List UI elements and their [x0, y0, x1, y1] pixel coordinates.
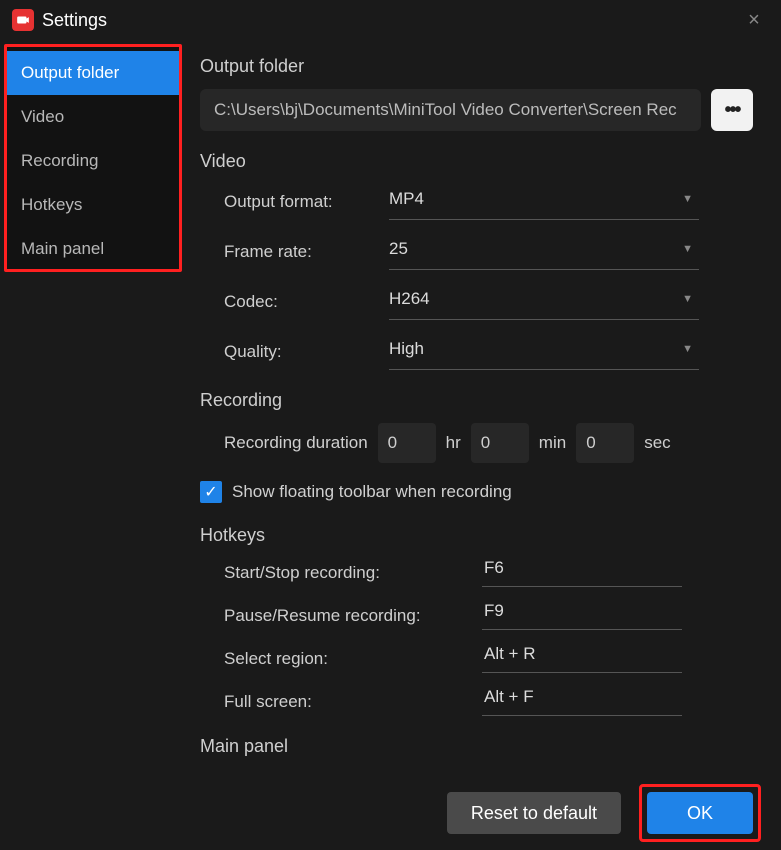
- section-title-output: Output folder: [200, 56, 753, 77]
- hr-unit: hr: [446, 433, 461, 453]
- sidebar-item-hotkeys[interactable]: Hotkeys: [7, 183, 179, 227]
- dropdown-value: High: [389, 339, 424, 359]
- hotkey-full-screen-input[interactable]: Alt + F: [482, 687, 682, 716]
- sidebar-item-label: Output folder: [21, 63, 119, 83]
- sidebar-item-video[interactable]: Video: [7, 95, 179, 139]
- chevron-down-icon: ▼: [682, 343, 693, 355]
- sidebar-item-output-folder[interactable]: Output folder: [7, 51, 179, 95]
- ok-button[interactable]: OK: [647, 792, 753, 834]
- min-unit: min: [539, 433, 566, 453]
- hotkey-pause-resume-label: Pause/Resume recording:: [224, 606, 482, 626]
- section-title-main-panel: Main panel: [200, 736, 753, 757]
- title-bar: Settings ×: [0, 0, 781, 40]
- hotkey-select-region-label: Select region:: [224, 649, 482, 669]
- output-format-label: Output format:: [224, 192, 389, 212]
- sidebar-item-main-panel[interactable]: Main panel: [7, 227, 179, 271]
- output-folder-input[interactable]: [200, 89, 701, 131]
- codec-label: Codec:: [224, 292, 389, 312]
- dropdown-value: 25: [389, 239, 408, 259]
- close-button[interactable]: ×: [739, 5, 769, 35]
- dropdown-value: MP4: [389, 189, 424, 209]
- sidebar-item-label: Video: [21, 107, 64, 127]
- hotkey-start-stop-input[interactable]: F6: [482, 558, 682, 587]
- frame-rate-label: Frame rate:: [224, 242, 389, 262]
- dropdown-value: H264: [389, 289, 430, 309]
- ellipsis-icon: •••: [724, 99, 739, 122]
- min-input[interactable]: [471, 423, 529, 463]
- sidebar-item-label: Hotkeys: [21, 195, 82, 215]
- browse-button[interactable]: •••: [711, 89, 753, 131]
- ok-button-highlight: OK: [639, 784, 761, 842]
- sidebar-item-label: Main panel: [21, 239, 104, 259]
- check-icon: ✓: [204, 482, 217, 502]
- sec-unit: sec: [644, 433, 670, 453]
- hotkey-pause-resume-input[interactable]: F9: [482, 601, 682, 630]
- hotkey-full-screen-label: Full screen:: [224, 692, 482, 712]
- frame-rate-dropdown[interactable]: 25 ▼: [389, 234, 699, 270]
- quality-dropdown[interactable]: High ▼: [389, 334, 699, 370]
- quality-label: Quality:: [224, 342, 389, 362]
- reset-to-default-button[interactable]: Reset to default: [447, 792, 621, 834]
- sec-input[interactable]: [576, 423, 634, 463]
- codec-dropdown[interactable]: H264 ▼: [389, 284, 699, 320]
- hotkey-start-stop-label: Start/Stop recording:: [224, 563, 482, 583]
- app-record-icon: [12, 9, 34, 31]
- section-title-video: Video: [200, 151, 753, 172]
- output-format-dropdown[interactable]: MP4 ▼: [389, 184, 699, 220]
- chevron-down-icon: ▼: [682, 293, 693, 305]
- chevron-down-icon: ▼: [682, 193, 693, 205]
- hotkey-select-region-input[interactable]: Alt + R: [482, 644, 682, 673]
- close-icon: ×: [748, 9, 760, 32]
- show-toolbar-checkbox[interactable]: ✓: [200, 481, 222, 503]
- chevron-down-icon: ▼: [682, 243, 693, 255]
- hr-input[interactable]: [378, 423, 436, 463]
- footer: Reset to default OK: [0, 776, 781, 850]
- recording-duration-label: Recording duration: [224, 433, 368, 453]
- settings-content: Output folder ••• Video Output format: M…: [182, 40, 781, 776]
- sidebar: Output folder Video Recording Hotkeys Ma…: [4, 44, 182, 272]
- sidebar-item-recording[interactable]: Recording: [7, 139, 179, 183]
- section-title-hotkeys: Hotkeys: [200, 525, 753, 546]
- section-title-recording: Recording: [200, 390, 753, 411]
- window-title: Settings: [42, 10, 739, 31]
- sidebar-item-label: Recording: [21, 151, 99, 171]
- show-toolbar-label: Show floating toolbar when recording: [232, 482, 512, 502]
